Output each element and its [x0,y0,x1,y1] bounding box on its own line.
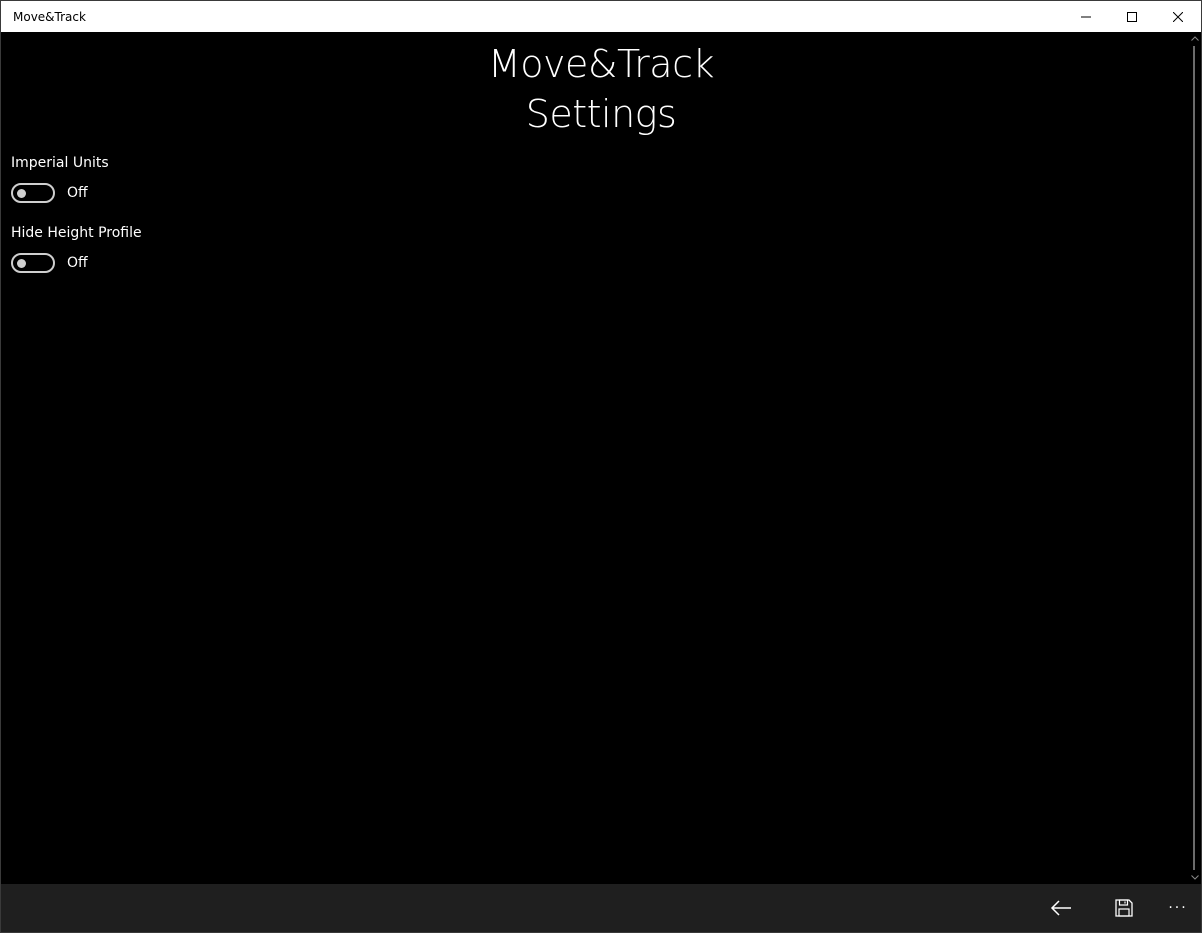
maximize-button[interactable] [1109,1,1155,32]
back-arrow-icon [1050,900,1071,916]
setting-label: Imperial Units [11,155,109,171]
setting-label: Hide Height Profile [11,225,142,241]
app-window: Move&Track Move&Track Settings Imperial … [0,0,1202,933]
maximize-icon [1127,11,1137,22]
scroll-up-icon[interactable] [1188,32,1201,45]
setting-hide-height-profile: Hide Height Profile Off [11,224,142,273]
close-button[interactable] [1155,1,1201,32]
save-icon [1114,899,1133,917]
close-icon [1173,11,1183,22]
more-options-button[interactable]: ··· [1155,884,1201,932]
imperial-units-toggle[interactable] [11,183,55,203]
toggle-state-label: Off [67,185,88,201]
command-bar: ··· [1,884,1201,932]
setting-imperial-units: Imperial Units Off [11,154,109,203]
save-button[interactable] [1092,884,1155,932]
hide-height-profile-toggle[interactable] [11,253,55,273]
title-bar[interactable]: Move&Track [1,1,1201,32]
page-subtitle: Settings [525,92,677,136]
toggle-state-label: Off [67,255,88,271]
minimize-icon [1081,16,1091,17]
toggle-row: Off [11,183,109,203]
vertical-scrollbar[interactable] [1188,32,1201,884]
scroll-down-icon[interactable] [1188,871,1201,884]
settings-page: Move&Track Settings Imperial Units Off H… [1,32,1189,884]
page-title: Move&Track [488,42,714,86]
window-title: Move&Track [13,9,86,24]
toggle-row: Off [11,253,142,273]
minimize-button[interactable] [1063,1,1109,32]
toggle-knob [17,259,26,268]
scrollbar-thumb[interactable] [1193,46,1195,870]
toggle-knob [17,189,26,198]
back-button[interactable] [1029,884,1092,932]
